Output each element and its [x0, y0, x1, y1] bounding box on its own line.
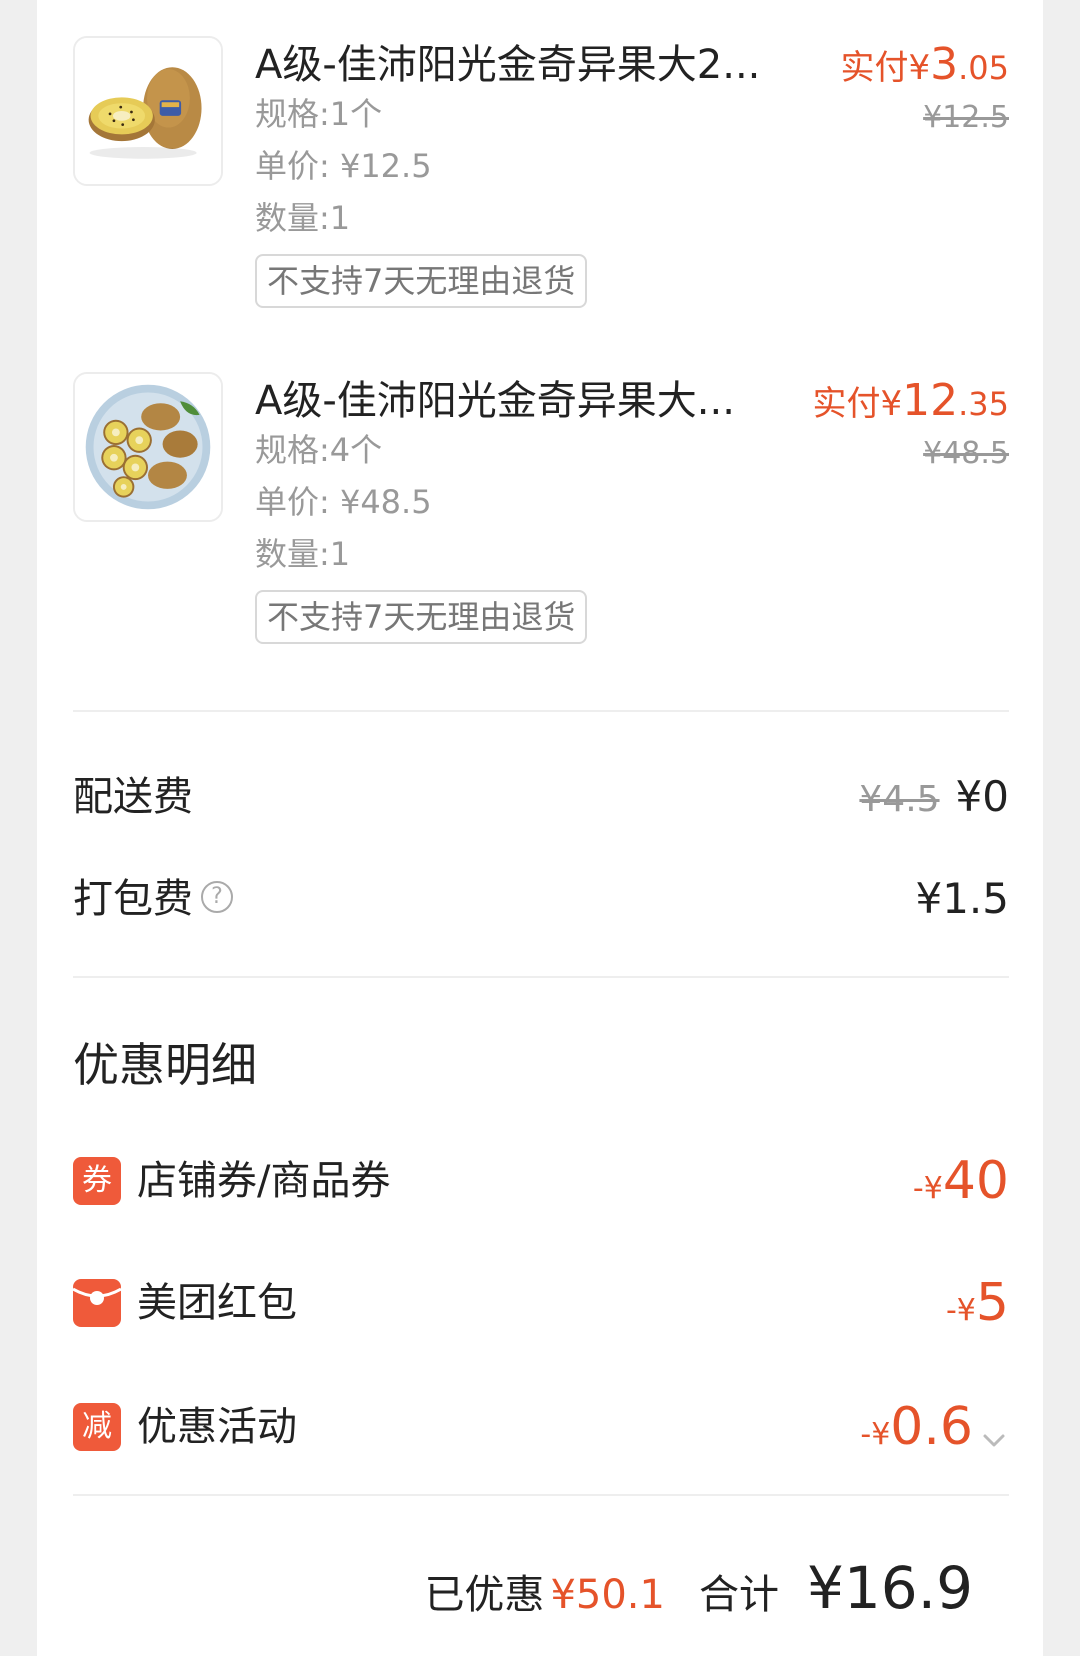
discount-row-red-packet[interactable]: 美团红包 -¥5 [73, 1268, 1009, 1338]
product-spec: 规格:4个 [255, 431, 383, 469]
delivery-fee-amount: ¥0 [955, 772, 1009, 821]
coupon-icon: 券 [73, 1157, 121, 1205]
discount-label: 优惠活动 [137, 1404, 297, 1450]
no-return-tag: 不支持7天无理由退货 [255, 254, 588, 308]
order-item[interactable]: A级-佳沛阳光金奇异果大2... 实付¥3.05 ¥12.5 规格:1个 单价:… [73, 36, 1009, 336]
delivery-fee-label: 配送费 [73, 774, 193, 820]
reduction-icon: 减 [73, 1403, 121, 1451]
discount-amount: -¥0.6 [860, 1392, 1009, 1474]
total-label: 合计 [698, 1572, 779, 1618]
red-packet-icon [73, 1279, 121, 1327]
quantity: 数量:1 [255, 199, 351, 237]
paid-price-decimal: .35 [958, 385, 1009, 423]
divider [73, 976, 1009, 978]
kiwi-whole-and-half-icon [75, 38, 221, 184]
order-item[interactable]: A级-佳沛阳光金奇异果大... 实付¥12.35 ¥48.5 规格:4个 单价:… [73, 372, 1009, 672]
kiwi-plate-icon [75, 374, 221, 520]
product-name[interactable]: A级-佳沛阳光金奇异果大2... [255, 38, 775, 92]
unit-price: 单价: ¥12.5 [255, 147, 432, 185]
discount-currency: -¥ [912, 1171, 943, 1206]
delivery-fee-row: 配送费 ¥4.5 ¥0 [73, 762, 1009, 832]
no-return-tag: 不支持7天无理由退货 [255, 590, 588, 644]
product-spec: 规格:1个 [255, 95, 383, 133]
paid-price-integer: 12 [902, 375, 959, 426]
product-image-kiwi[interactable] [73, 36, 223, 186]
discount-row-promotion[interactable]: 减 优惠活动 -¥0.6 [73, 1392, 1009, 1462]
discount-currency: -¥ [860, 1417, 891, 1452]
divider [73, 1494, 1009, 1496]
discount-currency: -¥ [945, 1293, 976, 1328]
product-image-kiwi-plate[interactable] [73, 372, 223, 522]
original-price: ¥48.5 [923, 436, 1009, 471]
saved-label: 已优惠 [424, 1572, 545, 1618]
discount-amount: -¥40 [913, 1146, 1009, 1228]
packing-fee-row: 打包费? ¥1.5 [73, 864, 1009, 934]
paid-price-decimal: .05 [958, 49, 1009, 87]
divider [73, 710, 1009, 712]
order-detail-card: A级-佳沛阳光金奇异果大2... 实付¥3.05 ¥12.5 规格:1个 单价:… [37, 0, 1043, 1656]
original-price: ¥12.5 [923, 100, 1009, 135]
discount-value: 5 [975, 1273, 1009, 1333]
paid-label: 实付¥ [812, 384, 903, 424]
help-icon[interactable]: ? [201, 881, 233, 913]
paid-price: 实付¥12.35 [812, 374, 1009, 431]
delivery-fee-original: ¥4.5 [859, 779, 940, 820]
order-total-row: 已优惠 ¥50.1 合计 ¥16.9 [424, 1548, 973, 1628]
product-name[interactable]: A级-佳沛阳光金奇异果大... [255, 374, 755, 428]
paid-label: 实付¥ [840, 48, 931, 88]
paid-price-integer: 3 [930, 39, 959, 90]
paid-price: 实付¥3.05 [840, 38, 1009, 95]
unit-price: 单价: ¥48.5 [255, 483, 432, 521]
discount-label: 店铺券/商品券 [137, 1158, 391, 1204]
saved-amount: ¥50.1 [550, 1572, 665, 1618]
total-amount: ¥16.9 [806, 1554, 973, 1622]
discount-amount: -¥5 [946, 1268, 1009, 1350]
discount-label: 美团红包 [137, 1280, 297, 1326]
discount-value: 0.6 [890, 1397, 973, 1457]
quantity: 数量:1 [255, 535, 351, 573]
discount-row-store-coupon[interactable]: 券 店铺券/商品券 -¥40 [73, 1146, 1009, 1216]
chevron-down-icon[interactable] [979, 1425, 1009, 1455]
discount-details-title: 优惠明细 [73, 1038, 257, 1092]
packing-fee-label-wrap: 打包费? [73, 864, 233, 934]
packing-fee-amount: ¥1.5 [915, 874, 1009, 923]
delivery-fee-value: ¥4.5 ¥0 [859, 762, 1009, 835]
red-packet-glyph [73, 1287, 121, 1305]
discount-value: 40 [942, 1151, 1009, 1211]
packing-fee-label: 打包费 [73, 876, 193, 922]
